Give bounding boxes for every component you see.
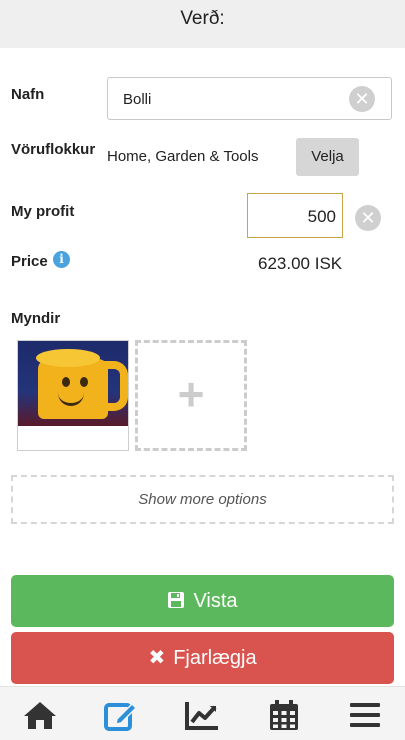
save-button[interactable]: Vista [11, 575, 394, 627]
remove-label: Fjarlægja [173, 647, 257, 669]
save-label: Vista [193, 590, 238, 612]
name-field[interactable]: ✕ [107, 77, 392, 121]
clear-profit-icon[interactable]: ✕ [355, 205, 381, 231]
mug-image [18, 341, 128, 426]
page-title: Verð: [180, 8, 225, 29]
profit-input[interactable] [254, 194, 338, 239]
remove-button[interactable]: ✖ Fjarlægja [11, 632, 394, 684]
home-icon[interactable] [22, 699, 58, 731]
category-label: Vöruflokkur [11, 141, 96, 158]
save-icon [167, 575, 185, 627]
calendar-icon[interactable] [266, 699, 302, 731]
top-bar: Verð: [0, 0, 405, 48]
clear-name-icon[interactable]: ✕ [349, 86, 375, 112]
category-value: Home, Garden & Tools [107, 148, 259, 165]
info-icon[interactable]: i [53, 251, 70, 268]
menu-icon[interactable] [347, 699, 383, 731]
chart-icon[interactable] [184, 699, 220, 731]
profit-label: My profit [11, 203, 75, 220]
photos-label: Myndir [11, 310, 61, 327]
price-value: 623.00 ISK [258, 254, 343, 273]
close-icon: ✖ [148, 647, 166, 669]
price-label: Price [11, 253, 48, 270]
show-more-options-button[interactable]: Show more options [11, 475, 394, 524]
edit-icon[interactable] [103, 699, 139, 731]
product-photo[interactable] [17, 340, 129, 451]
name-input[interactable] [121, 78, 345, 121]
choose-category-button[interactable]: Velja [296, 138, 359, 176]
name-label: Nafn [11, 86, 45, 103]
profit-field[interactable] [247, 193, 343, 239]
add-photo-button[interactable]: + [135, 340, 247, 451]
bottom-nav [0, 686, 405, 740]
